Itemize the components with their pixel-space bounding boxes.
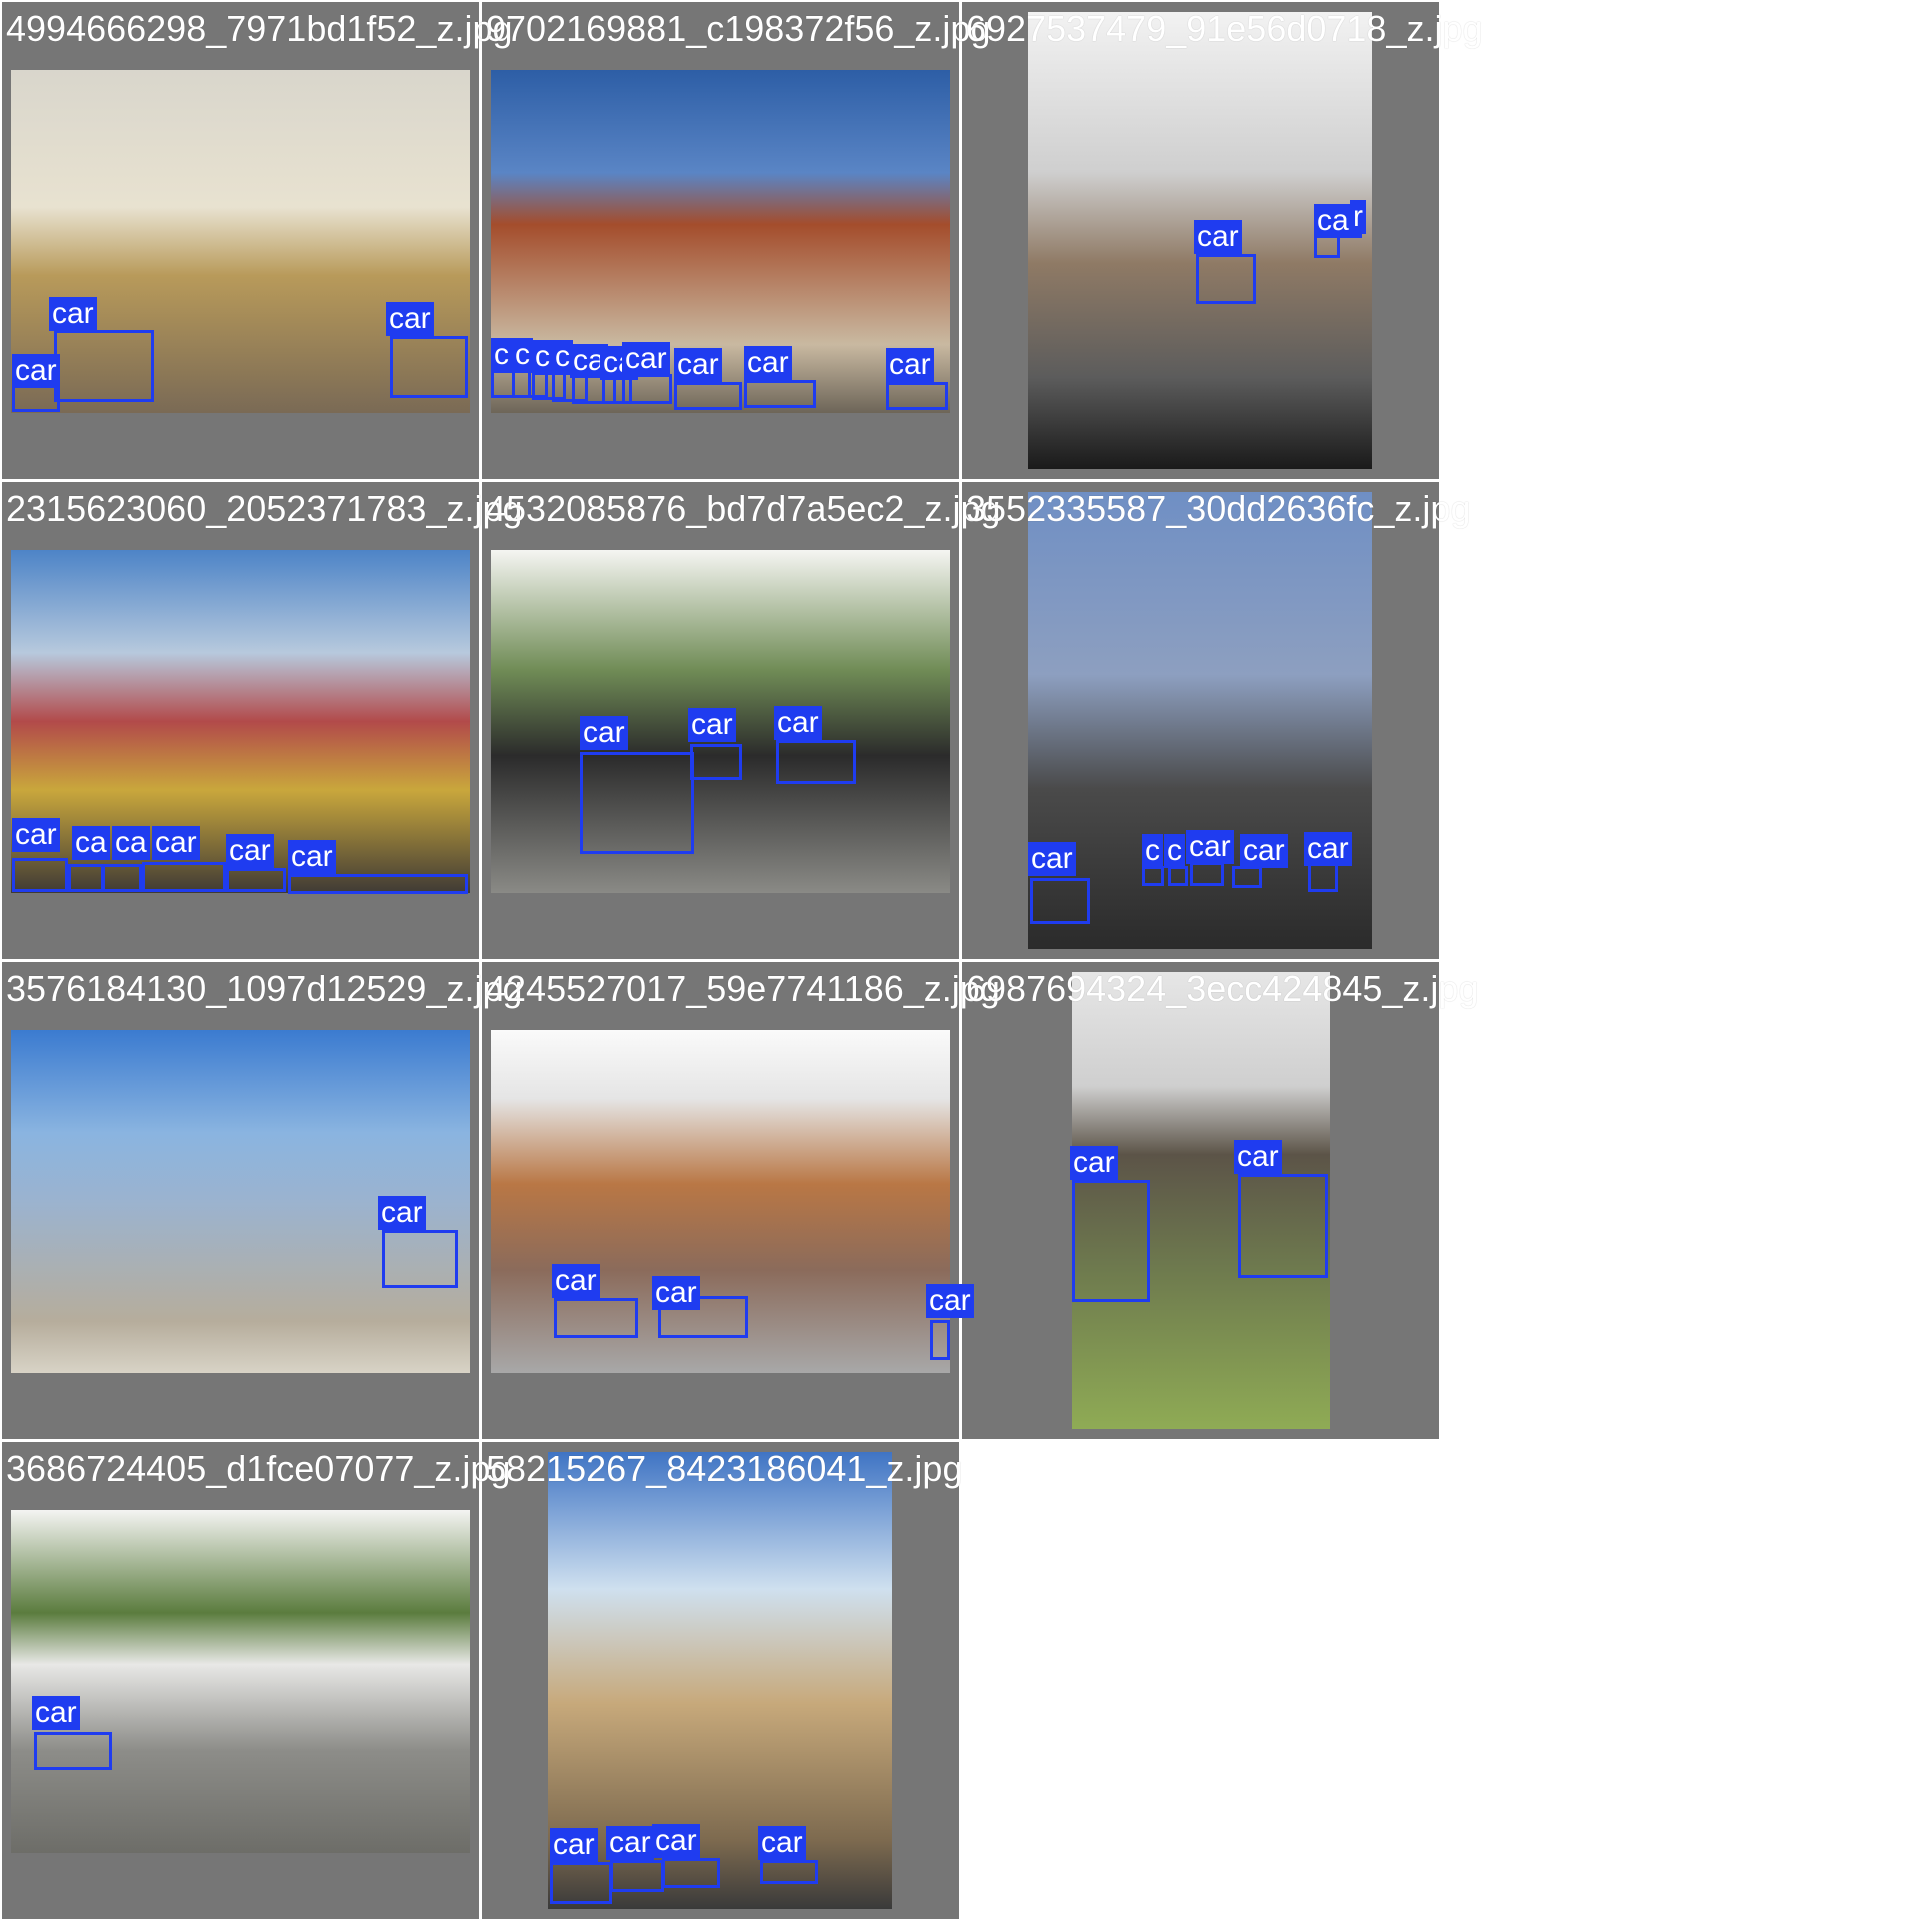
image-filename: 4532085876_bd7d7a5ec2_z.jpg [486,488,1001,529]
detection-label: car [622,342,670,376]
image-filename: 3686724405_d1fce07077_z.jpg [6,1448,511,1489]
image-filename: 2315623060_2052371783_z.jpg [6,488,523,529]
detection-label: car [1304,832,1352,866]
detection-label: c [491,338,512,372]
detection-box [554,1298,638,1338]
detection-label: car [378,1196,426,1230]
detection-label: car [552,1264,600,1298]
detection-label: c [1142,834,1163,868]
detection-box [12,858,68,892]
image-tile: 4994666298_7971bd1f52_z.jpg car car car [2,2,513,479]
detection-box [226,868,286,892]
image-tile: 3552335587_30dd2636fc_z.jpg car c c car … [962,482,1470,959]
detection-label: car [1194,220,1242,254]
detection-label: car [1240,834,1288,868]
detection-box [1232,866,1262,888]
image-filename: 4994666298_7971bd1f52_z.jpg [6,8,513,49]
detection-label: car [758,1826,806,1860]
detection-label: car [674,348,722,382]
image-tile: 3576184130_1097d12529_z.jpg car [2,962,523,1439]
detection-label: car [606,1826,654,1860]
image-tile: 2315623060_2052371783_z.jpg car ca ca ca… [2,482,523,959]
detection-box [690,744,742,780]
image-tile: 4532085876_bd7d7a5ec2_z.jpg car car car [482,482,1001,959]
detection-label: car [926,1284,974,1318]
detection-box [1190,862,1224,886]
detection-label: car [652,1824,700,1858]
detection-box [382,1230,458,1288]
image-tile: 4245527017_59e7741186_z.jpg car car car [482,962,1000,1439]
detection-box [142,862,226,892]
detection-label: car [580,716,628,750]
image-tile: 3686724405_d1fce07077_z.jpg car [2,1442,510,1919]
detection-box [1142,866,1164,886]
detection-label: car [12,354,60,388]
detection-label: r [1350,200,1366,234]
detection-label: car [886,348,934,382]
detection-box [288,874,468,894]
detection-label: car [152,826,200,860]
detection-box [662,1858,720,1888]
image-tile: 9702169881_c198372f56_z.jpg c c c c ca c… [482,2,990,479]
detection-box [610,1860,664,1892]
detection-box [1030,878,1090,924]
detection-label: car [32,1696,80,1730]
detection-box [930,1320,950,1360]
image-tile: 6927537479_91e56d0718_z.jpg car car r [962,2,1483,479]
detection-label: car [1234,1140,1282,1174]
detection-label: ca [72,826,110,860]
detection-label: car [386,302,434,336]
detection-label: car [744,346,792,380]
detection-label: car [226,834,274,868]
image-filename: 4245527017_59e7741186_z.jpg [486,968,1000,1009]
detection-label: car [688,708,736,742]
detection-label: ca [112,826,150,860]
detection-box [1168,866,1188,886]
detection-box [1072,1180,1150,1302]
photo [11,1510,470,1853]
detection-label: car [288,840,336,874]
image-tile: 6987694324_3ecc424845_z.jpg car car [962,962,1478,1439]
detection-label: car [12,818,60,852]
detection-label: car [1028,842,1076,876]
detection-box [102,864,142,892]
detection-box [744,380,816,408]
mosaic-grid: 4994666298_7971bd1f52_z.jpg car car car … [0,0,1920,1920]
detection-box [760,1860,818,1884]
detection-box [580,752,694,854]
detection-box [54,330,154,402]
detection-box [68,864,104,892]
detection-box [674,382,742,410]
detection-label: car [774,706,822,740]
image-filename: 9702169881_c198372f56_z.jpg [486,8,991,49]
detection-box [1308,862,1338,892]
detection-label: car [652,1276,700,1310]
image-tile: 58215267_8423186041_z.jpg car car car ca… [482,1442,962,1919]
detection-label: car [550,1828,598,1862]
detection-box [1238,1174,1328,1278]
detection-box [550,1862,612,1904]
detection-label: c [512,338,533,372]
detection-label: car [1186,830,1234,864]
detection-label: car [1070,1146,1118,1180]
detection-box [12,384,60,412]
detection-box [34,1732,112,1770]
detection-box [1196,254,1256,304]
detection-box [776,740,856,784]
detection-label: car [49,297,97,331]
image-filename: 3576184130_1097d12529_z.jpg [6,968,523,1009]
detection-box [390,336,468,398]
detection-label: c [1164,834,1185,868]
photo [548,1452,892,1909]
detection-box [886,382,948,410]
detection-label: c [532,340,553,374]
